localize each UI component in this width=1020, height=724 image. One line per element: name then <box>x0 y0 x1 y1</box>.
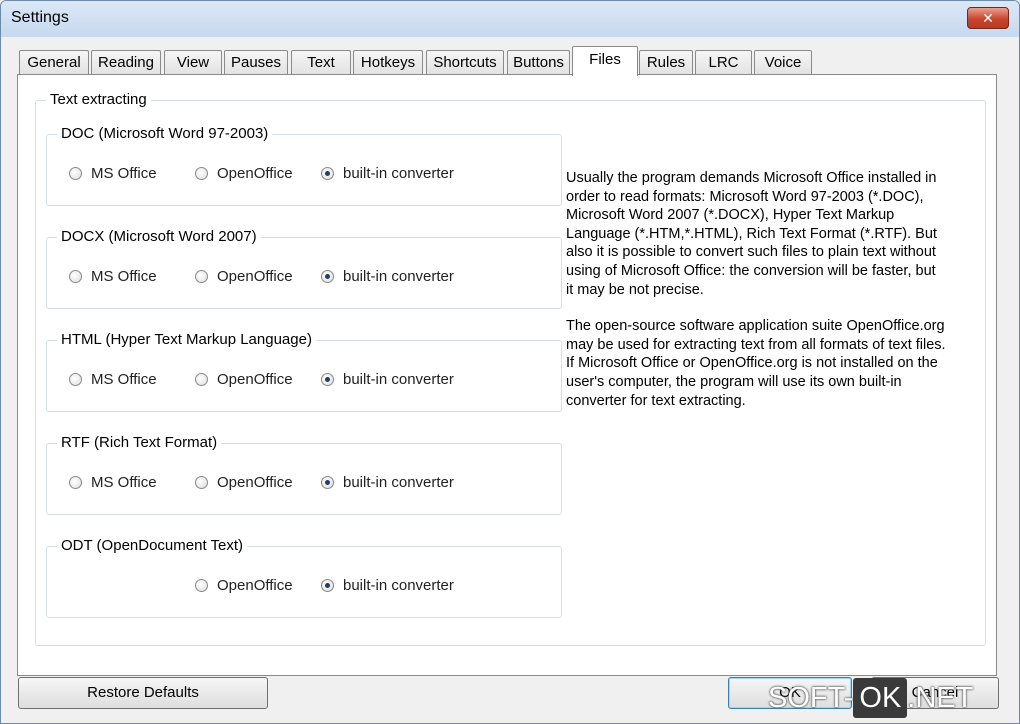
radio-label: OpenOffice <box>217 474 293 491</box>
watermark-logo: SOFT- OK .NET <box>768 678 973 718</box>
radio-label: OpenOffice <box>217 371 293 388</box>
tab-label: Hotkeys <box>360 54 416 71</box>
text-extracting-title: Text extracting <box>46 91 151 108</box>
tab-label: General <box>27 54 81 71</box>
radio-circle-checked[interactable] <box>321 476 334 489</box>
group-title: HTML (Hyper Text Markup Language) <box>57 331 316 348</box>
radio-circle[interactable] <box>69 373 82 386</box>
tab-label: Pauses <box>230 54 282 71</box>
tab-view[interactable]: View <box>164 50 222 74</box>
radio-circle[interactable] <box>69 476 82 489</box>
doc-group: DOC (Microsoft Word 97-2003) MS Office O… <box>46 125 562 206</box>
close-button[interactable]: ✕ <box>967 7 1009 29</box>
radio-label: MS Office <box>91 474 157 491</box>
tab-label: Reading <box>98 54 154 71</box>
dialog-client: General Reading View Pauses Text Hotkeys… <box>7 37 1013 721</box>
radio-label: built-in converter <box>343 268 454 285</box>
radio-circle-checked[interactable] <box>321 270 334 283</box>
rtf-group: RTF (Rich Text Format) MS Office OpenOff… <box>46 434 562 515</box>
radio-label: OpenOffice <box>217 165 293 182</box>
docx-group: DOCX (Microsoft Word 2007) MS Office Ope… <box>46 228 562 309</box>
radio-label: built-in converter <box>343 165 454 182</box>
tab-label: Shortcuts <box>433 54 497 71</box>
html-group: HTML (Hyper Text Markup Language) MS Off… <box>46 331 562 412</box>
tab-label: LRC <box>708 54 739 71</box>
tab-label: Rules <box>646 54 686 71</box>
tab-lrc[interactable]: LRC <box>695 50 752 74</box>
tab-hotkeys[interactable]: Hotkeys <box>353 50 423 74</box>
watermark-box: OK <box>853 678 908 718</box>
radio-circle[interactable] <box>195 270 208 283</box>
tab-reading[interactable]: Reading <box>91 50 161 74</box>
info-text: Usually the program demands Microsoft Of… <box>566 169 946 428</box>
radio-circle[interactable] <box>195 167 208 180</box>
group-title: DOC (Microsoft Word 97-2003) <box>57 125 273 142</box>
tab-label: View <box>176 54 210 71</box>
radio-label: OpenOffice <box>217 268 293 285</box>
radio-circle[interactable] <box>195 476 208 489</box>
tab-text[interactable]: Text <box>291 50 351 74</box>
watermark-left: SOFT- <box>768 682 854 714</box>
group-title: RTF (Rich Text Format) <box>57 434 222 451</box>
radio-circle[interactable] <box>195 579 208 592</box>
restore-defaults-button[interactable]: Restore Defaults <box>18 677 268 709</box>
radio-circle-checked[interactable] <box>321 579 334 592</box>
odt-group: ODT (OpenDocument Text) OpenOffice built… <box>46 537 562 618</box>
settings-window: Settings ✕ General Reading View Pauses T… <box>0 0 1020 724</box>
button-label: Restore Defaults <box>87 684 199 701</box>
window-title: Settings <box>11 9 69 26</box>
group-title: DOCX (Microsoft Word 2007) <box>57 228 261 245</box>
radio-label: built-in converter <box>343 577 454 594</box>
radio-label: built-in converter <box>343 371 454 388</box>
tab-label: Files <box>589 51 621 68</box>
radio-label: OpenOffice <box>217 577 293 594</box>
tab-buttons[interactable]: Buttons <box>507 50 570 74</box>
tab-pauses[interactable]: Pauses <box>224 50 288 74</box>
tab-general[interactable]: General <box>19 50 89 74</box>
radio-circle-checked[interactable] <box>321 167 334 180</box>
tab-label: Text <box>307 54 335 71</box>
info-paragraph: Usually the program demands Microsoft Of… <box>566 170 937 298</box>
tab-files[interactable]: Files <box>572 46 638 76</box>
tab-rules[interactable]: Rules <box>639 50 693 74</box>
group-title: ODT (OpenDocument Text) <box>57 537 248 554</box>
radio-circle[interactable] <box>69 167 82 180</box>
radio-label: MS Office <box>91 371 157 388</box>
radio-circle[interactable] <box>195 373 208 386</box>
tab-voice[interactable]: Voice <box>754 50 812 74</box>
title-bar[interactable]: Settings ✕ <box>1 1 1019 37</box>
close-icon: ✕ <box>982 10 994 26</box>
radio-label: MS Office <box>91 165 157 182</box>
radio-circle-checked[interactable] <box>321 373 334 386</box>
info-paragraph: The open-source software application sui… <box>566 318 946 409</box>
tab-label: Buttons <box>513 54 564 71</box>
radio-label: MS Office <box>91 268 157 285</box>
watermark-right: .NET <box>907 682 974 714</box>
tab-label: Voice <box>764 54 802 71</box>
radio-label: built-in converter <box>343 474 454 491</box>
files-tab-panel: Text extracting DOC (Microsoft Word 97-2… <box>17 74 997 676</box>
radio-circle[interactable] <box>69 270 82 283</box>
tab-shortcuts[interactable]: Shortcuts <box>426 50 504 74</box>
